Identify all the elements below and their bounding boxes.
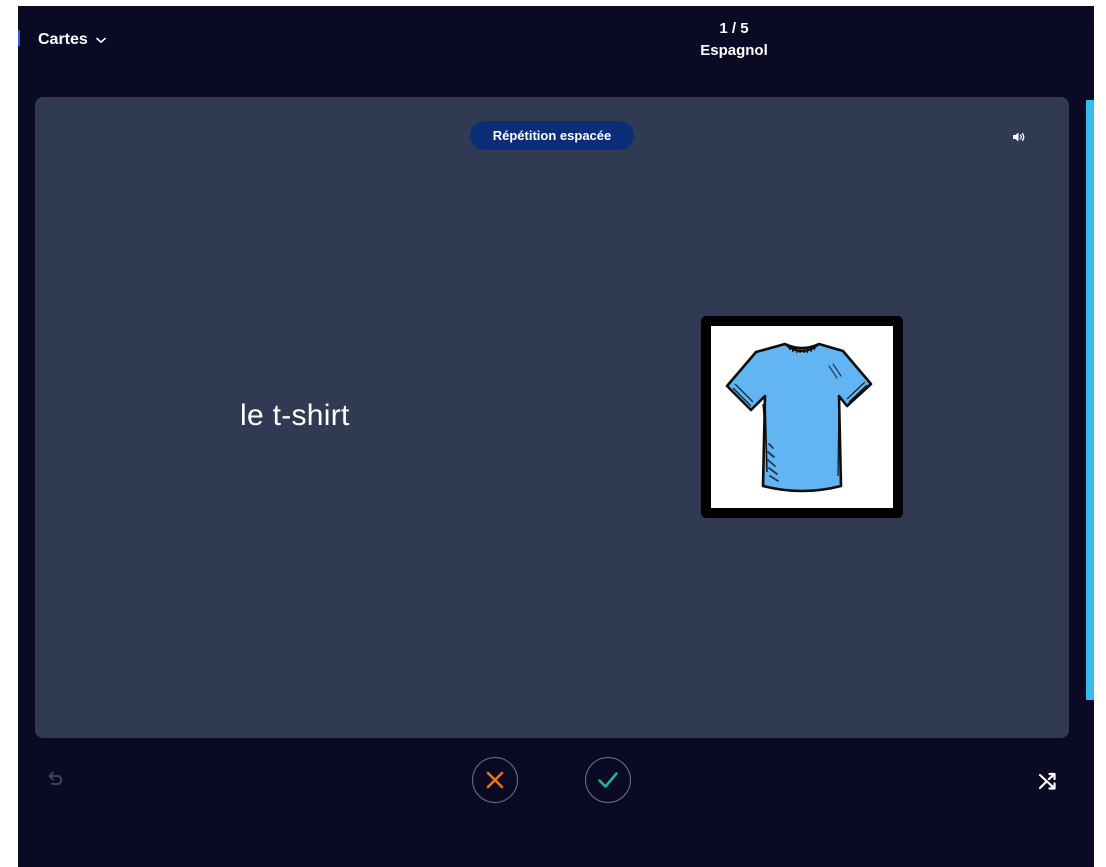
top-bar: Cartes 1 / 5 Espagnol (18, 6, 1094, 96)
card-counter: 1 / 5 (719, 20, 749, 37)
menu-label: Cartes (38, 31, 88, 48)
card-term: le t-shirt (240, 399, 350, 432)
cards-menu-button[interactable]: Cartes (38, 28, 106, 52)
shuffle-icon (1038, 772, 1056, 790)
spaced-repetition-badge: Répétition espacée (470, 121, 634, 150)
audio-button[interactable] (1007, 127, 1031, 147)
undo-button[interactable] (44, 768, 66, 790)
x-icon (486, 771, 504, 789)
app-window: Cartes 1 / 5 Espagnol Répétition espacée… (18, 6, 1094, 867)
undo-icon (48, 771, 62, 785)
card-image-canvas (711, 326, 893, 508)
window-edge-accent (18, 30, 20, 46)
mark-correct-button[interactable] (585, 757, 631, 803)
check-icon (598, 772, 618, 788)
scrollbar[interactable] (1086, 100, 1094, 700)
progress-header: 1 / 5 Espagnol (634, 18, 834, 62)
mark-incorrect-button[interactable] (472, 757, 518, 803)
shuffle-button[interactable] (1037, 770, 1059, 792)
set-title: Espagnol (700, 42, 768, 59)
card-image (701, 316, 903, 518)
chevron-down-icon (96, 37, 106, 43)
card-actions-bar (18, 741, 1094, 811)
speaker-icon (1013, 132, 1025, 142)
tshirt-illustration (725, 342, 873, 493)
flashcard[interactable]: Répétition espacée le t-shirt (35, 97, 1069, 738)
